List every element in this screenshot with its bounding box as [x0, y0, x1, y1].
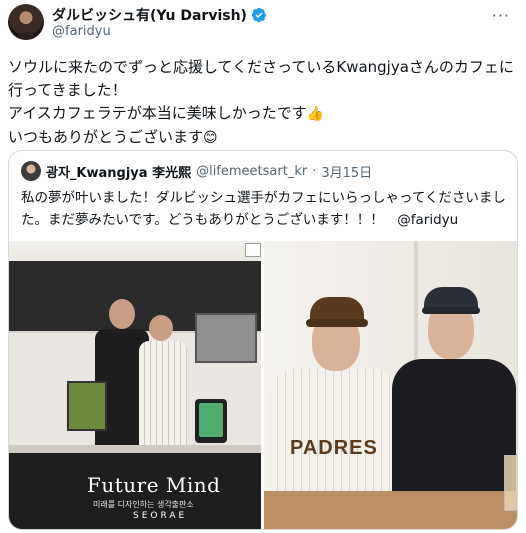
- cafe-logo-korean: 미래를 디자인하는 생각출판소: [93, 500, 194, 509]
- iced-latte-glass: [504, 455, 517, 511]
- author-handle[interactable]: @faridyu: [52, 24, 111, 39]
- cafe-logo-sub: SEORAE: [133, 511, 188, 521]
- wooden-table: [264, 491, 517, 529]
- author-name[interactable]: ダルビッシュ有(Yu Darvish): [52, 5, 247, 25]
- quote-author-handle[interactable]: @lifemeetsart_kr: [196, 164, 307, 179]
- menu-board: [67, 381, 107, 431]
- tweet-line-2-text: アイスカフェラテが本当に美味しかったです: [8, 104, 307, 122]
- person-head: [109, 299, 135, 329]
- person-body: [139, 341, 187, 449]
- person-head: [149, 315, 173, 341]
- smiling-face-icon: 😊: [203, 130, 218, 146]
- selfie-photo[interactable]: PADRES: [264, 241, 517, 529]
- quoted-tweet[interactable]: 광자_Kwangjya 李光熙 @lifemeetsart_kr · 3月15日…: [8, 150, 518, 530]
- tweet-header: ダルビッシュ有(Yu Darvish) @faridyu ···: [8, 4, 518, 44]
- padres-jersey: [270, 369, 398, 499]
- author-name-row: ダルビッシュ有(Yu Darvish): [52, 5, 267, 25]
- quote-header: 광자_Kwangjya 李光熙 @lifemeetsart_kr · 3月15日: [21, 161, 372, 181]
- wall-sign: [245, 243, 261, 257]
- quote-text: 私の夢が叶いました！ダルビッシュ選手がカフェにいらっしゃってくださいました。まだ…: [21, 190, 506, 228]
- cap-brim: [422, 307, 480, 314]
- tweet-text: ソウルに来たのでずっと応援してくださっているKwangjyaさんのカフェに行って…: [8, 56, 518, 150]
- tweet-line-1: ソウルに来たのでずっと応援してくださっているKwangjyaさんのカフェに行って…: [8, 58, 514, 99]
- quote-separator: ·: [312, 163, 317, 179]
- jersey-text: PADRES: [290, 437, 378, 459]
- quote-author-avatar[interactable]: [21, 161, 41, 181]
- quote-author-name[interactable]: 광자_Kwangjya 李光熙: [46, 162, 191, 181]
- coffee-machine: [195, 313, 257, 363]
- tweet-line-3-text: いつもありがとうございます: [8, 128, 204, 146]
- tweet-line-2: アイスカフェラテが本当に美味しかったです👍: [8, 102, 518, 126]
- tablet-stand: [195, 399, 227, 443]
- tweet-line-3: いつもありがとうございます😊: [8, 126, 518, 150]
- cap-brim: [306, 319, 368, 327]
- author-avatar[interactable]: [8, 4, 44, 40]
- quote-date[interactable]: 3月15日: [321, 162, 372, 181]
- cafe-counter-photo[interactable]: Future Mind 미래를 디자인하는 생각출판소 SEORAE: [9, 241, 261, 529]
- more-options-icon[interactable]: ···: [492, 6, 510, 25]
- cafe-logo: Future Mind: [87, 473, 221, 497]
- thumbs-up-icon: 👍: [306, 106, 325, 122]
- quote-photos: Future Mind 미래를 디자인하는 생각출판소 SEORAE PADRE…: [9, 241, 517, 529]
- black-hoodie: [392, 359, 516, 499]
- verified-badge-icon: [251, 7, 267, 23]
